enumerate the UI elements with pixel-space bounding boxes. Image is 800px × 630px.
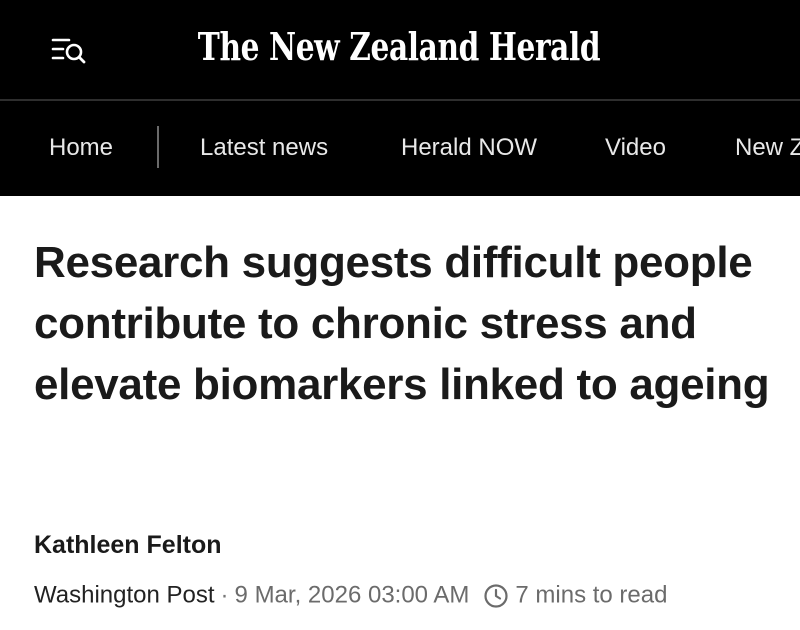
nav-item-herald-now[interactable]: Herald NOW — [401, 101, 537, 196]
source-name: Washington Post — [34, 581, 215, 609]
top-header: The New Zealand Herald — [0, 0, 800, 99]
site-logo[interactable]: The New Zealand Herald — [87, 22, 711, 72]
clock-icon — [484, 584, 508, 608]
nav-item-home[interactable]: Home — [49, 101, 113, 196]
nav-item-latest-news[interactable]: Latest news — [200, 101, 328, 196]
menu-search-icon[interactable] — [49, 30, 91, 72]
meta-separator: · — [220, 581, 229, 609]
nav-item-new-zealand[interactable]: New Z — [735, 101, 800, 196]
article-meta: Washington Post · 9 Mar, 2026 03:00 AM 7 m… — [34, 578, 667, 612]
read-time: 7 mins to read — [515, 581, 668, 609]
nav-separator — [157, 126, 159, 168]
nav-item-video[interactable]: Video — [605, 101, 666, 196]
main-nav: Home Latest news Herald NOW Video New Z — [0, 101, 800, 196]
publish-date: 9 Mar, 2026 03:00 AM — [234, 581, 470, 609]
author-name[interactable]: Kathleen Felton — [34, 531, 222, 560]
article-headline: Research suggests difficult people contr… — [34, 238, 770, 409]
